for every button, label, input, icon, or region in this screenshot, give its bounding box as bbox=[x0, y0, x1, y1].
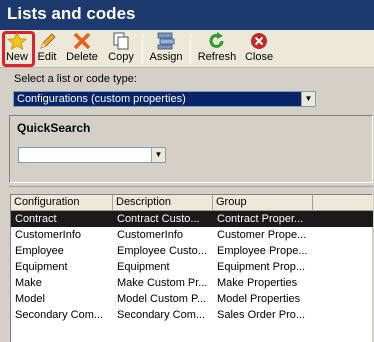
table-row[interactable]: Secondary Com... Secondary Com... Sales … bbox=[11, 307, 373, 323]
close-button[interactable]: Close bbox=[244, 32, 274, 66]
refresh-icon bbox=[209, 32, 224, 48]
refresh-button[interactable]: Refresh bbox=[196, 32, 238, 66]
table-row[interactable]: Model Model Custom P... Model Properties bbox=[11, 291, 373, 307]
cell-description: Model Custom P... bbox=[117, 293, 207, 305]
cell-group: Sales Order Pro... bbox=[217, 309, 306, 321]
cell-configuration: Secondary Com... bbox=[15, 309, 104, 321]
cell-group: Employee Prope... bbox=[217, 245, 308, 257]
cell-configuration: CustomerInfo bbox=[15, 229, 82, 241]
cell-description: Equipment bbox=[117, 261, 170, 273]
copy-button[interactable]: Copy bbox=[106, 32, 136, 66]
cell-group: Customer Prope... bbox=[217, 229, 307, 241]
copy-label: Copy bbox=[108, 51, 134, 63]
table-row[interactable]: Employee Employee Custo... Employee Prop… bbox=[11, 243, 373, 259]
cell-description: Employee Custo... bbox=[117, 245, 207, 257]
quicksearch-group: QuickSearch ▼ bbox=[9, 115, 373, 183]
list-type-value: Configurations (custom properties) bbox=[17, 93, 186, 105]
codes-table: Configuration Description Group Contract… bbox=[10, 194, 373, 342]
delete-x-icon bbox=[73, 32, 91, 50]
column-header-group[interactable]: Group bbox=[213, 195, 313, 211]
edit-label: Edit bbox=[37, 51, 57, 63]
table-row[interactable]: Equipment Equipment Equipment Prop... bbox=[11, 259, 373, 275]
table-row[interactable]: CustomerInfo CustomerInfo Customer Prope… bbox=[11, 227, 373, 243]
table-header: Configuration Description Group bbox=[11, 195, 373, 211]
toolbar-separator bbox=[142, 34, 143, 64]
window-title: Lists and codes bbox=[0, 0, 374, 30]
column-header-configuration[interactable]: Configuration bbox=[11, 195, 113, 211]
new-label: New bbox=[5, 51, 28, 63]
cell-configuration: Equipment bbox=[15, 261, 68, 273]
close-icon bbox=[251, 33, 267, 49]
copy-icon bbox=[113, 32, 129, 50]
table-row[interactable]: Make Make Custom Pr... Make Properties bbox=[11, 275, 373, 291]
cell-group: Make Properties bbox=[217, 277, 298, 289]
cell-description: Secondary Com... bbox=[117, 309, 206, 321]
quicksearch-title: QuickSearch bbox=[17, 121, 91, 135]
cell-description: Make Custom Pr... bbox=[117, 277, 208, 289]
cell-configuration: Contract bbox=[15, 213, 57, 225]
refresh-label: Refresh bbox=[197, 51, 237, 63]
close-label: Close bbox=[244, 51, 274, 63]
cell-description: CustomerInfo bbox=[117, 229, 184, 241]
pencil-icon bbox=[40, 33, 56, 49]
column-header-description[interactable]: Description bbox=[113, 195, 213, 211]
delete-button[interactable]: Delete bbox=[64, 32, 100, 66]
edit-button[interactable]: Edit bbox=[35, 32, 59, 66]
assign-button[interactable]: Assign bbox=[148, 32, 184, 66]
select-type-label: Select a list or code type: bbox=[14, 73, 137, 85]
cell-group: Model Properties bbox=[217, 293, 301, 305]
star-icon bbox=[7, 32, 27, 50]
toolbar: New Edit Delete Copy Assign Refresh Clos… bbox=[0, 30, 374, 68]
table-row[interactable]: Contract Contract Custo... Contract Prop… bbox=[11, 211, 373, 227]
cell-configuration: Model bbox=[15, 293, 45, 305]
toolbar-separator bbox=[190, 34, 191, 64]
cell-group: Contract Proper... bbox=[217, 213, 304, 225]
chevron-down-icon[interactable]: ▼ bbox=[151, 148, 165, 162]
assign-icon bbox=[157, 32, 175, 50]
quicksearch-input[interactable]: ▼ bbox=[18, 147, 166, 163]
cell-configuration: Make bbox=[15, 277, 42, 289]
cell-description: Contract Custo... bbox=[117, 213, 200, 225]
new-button[interactable]: New bbox=[4, 32, 30, 66]
assign-label: Assign bbox=[149, 51, 183, 63]
cell-group: Equipment Prop... bbox=[217, 261, 306, 273]
column-header-filler bbox=[313, 195, 373, 211]
splitter[interactable] bbox=[9, 186, 373, 192]
delete-label: Delete bbox=[66, 51, 98, 63]
list-type-select[interactable]: Configurations (custom properties) ▼ bbox=[13, 91, 316, 107]
cell-configuration: Employee bbox=[15, 245, 64, 257]
chevron-down-icon[interactable]: ▼ bbox=[301, 92, 315, 106]
